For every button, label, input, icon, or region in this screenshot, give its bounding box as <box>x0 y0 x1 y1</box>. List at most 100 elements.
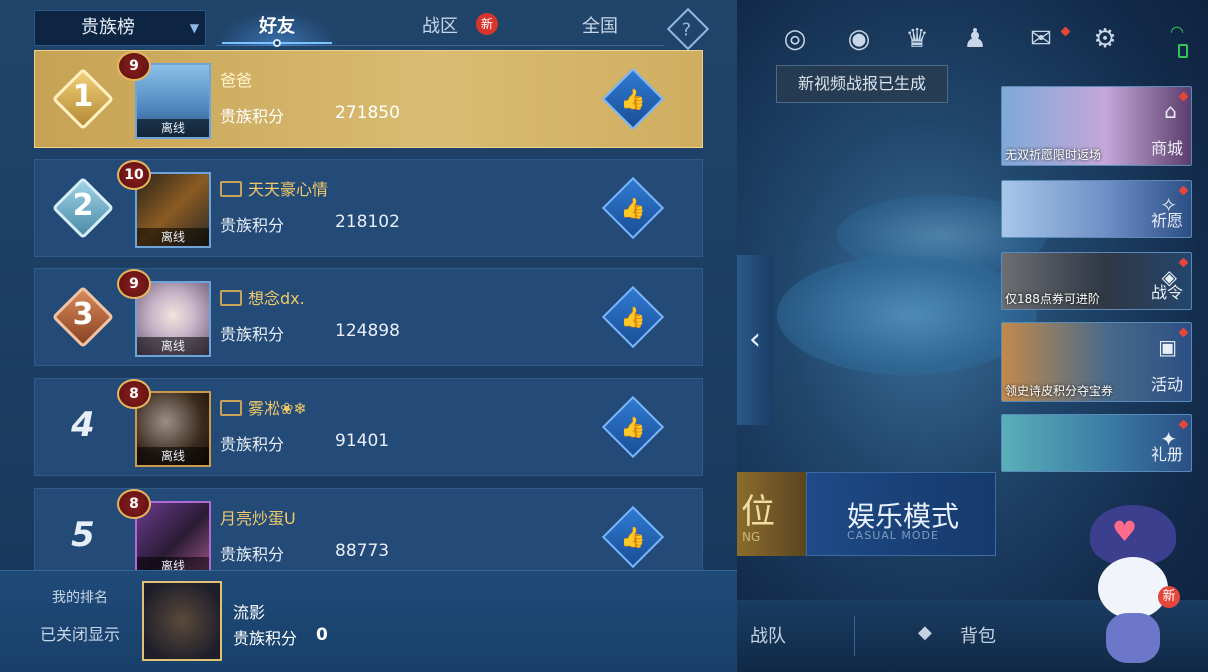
notification-dot <box>1178 91 1189 102</box>
leaderboard-row[interactable]: 3 离线 9 想念dx. 贵族积分 124898 👍 <box>34 268 703 366</box>
my-score-label: 贵族积分 <box>233 629 298 648</box>
like-button[interactable]: 👍 <box>601 395 665 459</box>
video-eye-icon[interactable]: ◉ <box>842 22 876 56</box>
thumbs-up-icon: 👍 <box>620 525 646 549</box>
team-button[interactable]: 战队 <box>750 622 786 648</box>
thumbs-up-icon: 👍 <box>620 87 646 111</box>
side-card-label: 战令 <box>1150 283 1183 302</box>
rank-badge-gold: 1 <box>51 67 115 131</box>
score-value: 91401 <box>335 431 390 451</box>
score-label: 贵族积分 <box>220 545 285 564</box>
player-name: 月亮炒蛋U <box>220 509 296 528</box>
side-card-label: 祈愿 <box>1150 211 1183 230</box>
my-avatar[interactable] <box>142 581 222 661</box>
score-value: 88773 <box>335 541 390 561</box>
player-name: 爸爸 <box>220 71 253 90</box>
online-status: 离线 <box>137 119 209 137</box>
like-button[interactable]: 👍 <box>601 67 665 131</box>
player-name: 天天豪心情 <box>220 176 328 200</box>
video-report-tooltip: 新视频战报已生成 <box>776 65 948 103</box>
side-card-gift-book[interactable]: ✦ 礼册 <box>1001 414 1192 472</box>
online-status: 离线 <box>137 337 209 355</box>
active-tab-dot <box>273 39 281 47</box>
side-card-label: 礼册 <box>1150 445 1183 464</box>
online-status: 离线 <box>137 228 209 246</box>
tab-national[interactable]: 全国 <box>560 10 640 46</box>
leaderboard-panel: 贵族榜 ▼ 好友 战区 新 全国 ? 1 离线 9 爸爸 贵族积分 271850… <box>0 0 737 672</box>
like-button[interactable]: 👍 <box>601 285 665 349</box>
side-card-events[interactable]: ▣ 领史诗皮积分夺宝券 活动 <box>1001 322 1192 402</box>
heart-icon: ♥ <box>1112 515 1138 548</box>
leaderboard-type-select[interactable]: 贵族榜 ▼ <box>34 10 206 46</box>
settings-gear-icon[interactable]: ⚙ <box>1088 22 1122 56</box>
thumbs-up-icon: 👍 <box>620 196 646 220</box>
side-card-label: 活动 <box>1150 375 1183 394</box>
notification-dot <box>1178 419 1189 430</box>
tab-zone[interactable]: 战区 <box>400 10 480 46</box>
side-card-label: 商城 <box>1150 139 1183 158</box>
target-icon[interactable]: ◎ <box>778 22 812 56</box>
side-card-caption: 领史诗皮积分夺宝券 <box>1005 384 1114 398</box>
mascot-character[interactable]: ♥ <box>1080 505 1180 665</box>
side-card-caption: 仅188点券可进阶 <box>1005 292 1100 306</box>
divider <box>854 616 855 656</box>
bag-icon: ◆ <box>918 622 932 643</box>
bag-button[interactable]: 背包 <box>960 622 996 648</box>
online-status: 离线 <box>137 447 209 465</box>
rank-number: 4 <box>71 405 95 445</box>
new-badge: 新 <box>476 13 498 35</box>
mascot-body <box>1106 613 1160 663</box>
score-value: 218102 <box>335 212 400 232</box>
level-badge: 8 <box>117 379 151 409</box>
player-name: 想念dx. <box>220 285 305 309</box>
thumbs-up-icon: 👍 <box>620 305 646 329</box>
trophy-icon[interactable]: ♛ <box>900 22 934 56</box>
side-card-wish[interactable]: ✧ 祈愿 <box>1001 180 1192 238</box>
help-icon[interactable]: ? <box>666 7 710 51</box>
thumbs-up-icon: 👍 <box>620 415 646 439</box>
rank-number: 5 <box>71 515 95 555</box>
rank-badge-bronze: 3 <box>51 285 115 349</box>
wifi-icon: ◠ <box>1170 22 1184 41</box>
chevron-down-icon: ▼ <box>189 21 199 35</box>
noble-card-icon <box>220 181 242 197</box>
leaderboard-row[interactable]: 4 离线 8 雾凇❀❄ 贵族积分 91401 👍 <box>34 378 703 476</box>
mascot-face <box>1098 557 1168 619</box>
notification-dot <box>1178 327 1189 338</box>
background-art <box>777 255 1037 375</box>
leaderboard-row[interactable]: 1 离线 9 爸爸 贵族积分 271850 👍 <box>34 50 703 148</box>
my-rank-hidden-text: 已关闭显示 <box>40 625 121 644</box>
side-card-caption: 无双祈愿限时返场 <box>1005 148 1102 162</box>
notification-dot <box>1178 257 1189 268</box>
casual-mode-subtitle: CASUAL MODE <box>847 529 939 542</box>
score-label: 贵族积分 <box>220 216 285 235</box>
score-label: 贵族积分 <box>220 325 285 344</box>
casual-mode-button[interactable]: 娱乐模式 CASUAL MODE <box>806 472 996 556</box>
events-icon: ▣ <box>1158 335 1177 359</box>
leaderboard-header: 贵族榜 ▼ 好友 战区 新 全国 ? <box>0 0 737 51</box>
my-name: 流影 <box>233 603 266 622</box>
shop-icon: ⌂ <box>1164 99 1177 123</box>
score-value: 271850 <box>335 103 400 123</box>
battery-icon <box>1178 44 1188 58</box>
player-name: 雾凇❀❄ <box>220 395 307 419</box>
score-label: 贵族积分 <box>220 435 285 454</box>
like-button[interactable]: 👍 <box>601 505 665 569</box>
friends-icon[interactable]: ♟ <box>958 22 992 56</box>
new-badge: 新 <box>1158 586 1180 608</box>
chevron-left-icon: ‹ <box>749 322 761 357</box>
collapse-panel-button[interactable]: ‹ <box>737 255 773 425</box>
like-button[interactable]: 👍 <box>601 176 665 240</box>
mail-icon[interactable]: ✉ <box>1024 22 1058 56</box>
score-label: 贵族积分 <box>220 107 285 126</box>
notification-dot <box>1178 185 1189 196</box>
side-card-shop[interactable]: ⌂ 无双祈愿限时返场 商城 <box>1001 86 1192 166</box>
rank-badge-silver: 2 <box>51 176 115 240</box>
my-rank-label: 我的排名 <box>52 590 108 606</box>
noble-card-icon <box>220 290 242 306</box>
level-badge: 8 <box>117 489 151 519</box>
leaderboard-row[interactable]: 2 离线 10 天天豪心情 贵族积分 218102 👍 <box>34 159 703 257</box>
side-card-battlepass[interactable]: ◈ 仅188点券可进阶 战令 <box>1001 252 1192 310</box>
select-value: 贵族榜 <box>81 17 135 38</box>
my-score-value: 0 <box>316 625 328 645</box>
